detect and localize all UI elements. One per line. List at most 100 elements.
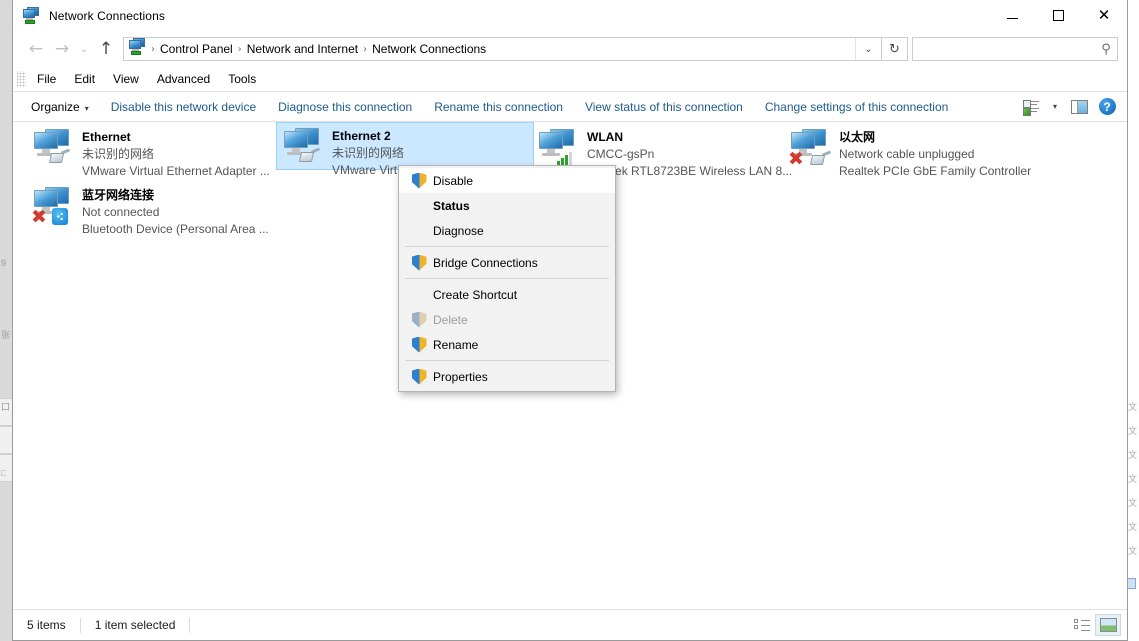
- context-menu-separator-3: [405, 360, 609, 361]
- change-view-dropdown-button[interactable]: ▾: [1045, 95, 1065, 119]
- background-right-glyph-2: 文: [1127, 450, 1137, 460]
- forward-button[interactable]: →: [49, 36, 75, 62]
- context-menu-separator-1: [405, 246, 609, 247]
- minimize-button[interactable]: [989, 0, 1035, 31]
- connection-item-yitaiwang[interactable]: ✖ 以太网 Network cable unplugged Realtek PC…: [784, 124, 1054, 178]
- change-settings-button[interactable]: Change settings of this connection: [754, 96, 959, 118]
- menu-edit[interactable]: Edit: [65, 69, 104, 89]
- connection-status: Network cable unplugged: [839, 147, 975, 161]
- background-left-glyph-0: 9: [1, 258, 7, 268]
- change-view-button[interactable]: [1017, 95, 1045, 119]
- context-menu-label: Diagnose: [433, 223, 484, 238]
- context-menu-label: Status: [433, 198, 470, 213]
- network-adapter-icon: [30, 128, 78, 170]
- connection-item-ethernet-2[interactable]: Ethernet 2 未识别的网络 VMware Virtual Etherne…: [276, 122, 534, 177]
- connection-name: Ethernet: [82, 130, 131, 144]
- refresh-button[interactable]: ↻: [882, 37, 908, 61]
- chevron-down-icon: ▾: [1052, 102, 1057, 111]
- menu-grip-handle[interactable]: [17, 71, 26, 87]
- context-menu-item-properties[interactable]: Properties: [399, 364, 615, 389]
- context-menu-item-disable[interactable]: Disable: [399, 168, 615, 193]
- maximize-icon: [1052, 10, 1064, 21]
- context-menu-label: Properties: [433, 369, 488, 384]
- menu-file[interactable]: File: [28, 69, 65, 89]
- details-view-button[interactable]: [1069, 614, 1095, 636]
- search-input[interactable]: [913, 41, 1095, 57]
- menu-tools[interactable]: Tools: [219, 69, 265, 89]
- rename-connection-button[interactable]: Rename this connection: [423, 96, 574, 118]
- menu-advanced[interactable]: Advanced: [148, 69, 219, 89]
- context-menu-separator-2: [405, 278, 609, 279]
- background-right-glyph-1: 文: [1127, 426, 1137, 436]
- context-menu-item-diagnose[interactable]: Diagnose: [399, 218, 615, 243]
- context-menu-item-bridge-connections[interactable]: Bridge Connections: [399, 250, 615, 275]
- connections-list[interactable]: Ethernet 未识别的网络 VMware Virtual Ethernet …: [13, 122, 1127, 609]
- search-icon[interactable]: ⚲: [1095, 42, 1117, 57]
- context-menu-label: Rename: [433, 337, 479, 352]
- background-right-glyph-0: 文: [1127, 402, 1137, 412]
- minimize-icon: [1006, 18, 1018, 19]
- connection-item-ethernet[interactable]: Ethernet 未识别的网络 VMware Virtual Ethernet …: [27, 124, 282, 178]
- breadcrumb-control-panel[interactable]: Control Panel: [156, 42, 237, 56]
- search-box[interactable]: ⚲: [912, 37, 1118, 61]
- view-options-icon: [1023, 99, 1039, 116]
- connection-status: 未识别的网络: [82, 147, 155, 161]
- recent-locations-button[interactable]: ⌄: [75, 36, 93, 62]
- window-controls: ✕: [989, 0, 1127, 31]
- background-left-glyph-1: 张: [1, 330, 11, 340]
- ethernet-plug-icon: [809, 150, 832, 166]
- help-button[interactable]: ?: [1093, 95, 1121, 119]
- network-connections-icon: [23, 6, 41, 25]
- shield-icon: [405, 312, 433, 328]
- network-adapter-icon: ⁖ ✖: [30, 186, 78, 228]
- connection-device: VMware Virtual Ethernet Adapter ...: [82, 164, 270, 178]
- large-icons-view-button[interactable]: [1095, 614, 1121, 636]
- background-right-glyph-5: 文: [1127, 522, 1137, 532]
- connection-item-bluetooth[interactable]: ⁖ ✖ 蓝牙网络连接 Not connected Bluetooth Devic…: [27, 182, 282, 236]
- context-menu-label: Delete: [433, 312, 468, 327]
- shield-icon: [405, 337, 433, 353]
- command-bar: Organize ▾ Disable this network device Di…: [13, 92, 1127, 122]
- context-menu-label: Bridge Connections: [433, 255, 538, 270]
- breadcrumb-network-and-internet[interactable]: Network and Internet: [243, 42, 362, 56]
- title-bar[interactable]: Network Connections ✕: [13, 0, 1127, 31]
- address-dropdown-icon[interactable]: ⌄: [855, 38, 881, 60]
- selection-count-label: 1 item selected: [94, 618, 176, 632]
- preview-pane-button[interactable]: [1065, 95, 1093, 119]
- organize-button[interactable]: Organize ▾: [27, 96, 100, 118]
- context-menu-label: Create Shortcut: [433, 287, 518, 302]
- context-menu-label: Disable: [433, 173, 474, 188]
- status-divider-1: [79, 617, 81, 633]
- address-bar-row: ← → ⌄ ↑ › Control Panel › Network and In…: [13, 31, 1127, 67]
- shield-icon: [405, 255, 433, 271]
- chevron-down-icon: ▾: [84, 103, 89, 113]
- context-menu-item-status[interactable]: Status: [399, 193, 615, 218]
- details-view-icon: [1074, 619, 1090, 631]
- connection-status: 未识别的网络: [332, 146, 405, 160]
- connection-name: Ethernet 2: [332, 129, 391, 143]
- address-bar[interactable]: › Control Panel › Network and Internet ›…: [123, 37, 882, 61]
- close-button[interactable]: ✕: [1081, 0, 1127, 31]
- maximize-button[interactable]: [1035, 0, 1081, 31]
- disable-network-device-button[interactable]: Disable this network device: [100, 96, 267, 118]
- context-menu-item-create-shortcut[interactable]: Create Shortcut: [399, 282, 615, 307]
- preview-pane-icon: [1070, 99, 1088, 114]
- context-menu-item-rename[interactable]: Rename: [399, 332, 615, 357]
- diagnose-connection-button[interactable]: Diagnose this connection: [267, 96, 423, 118]
- breadcrumb-network-connections[interactable]: Network Connections: [368, 42, 490, 56]
- item-count-label: 5 items: [27, 618, 66, 632]
- connection-name: 以太网: [839, 130, 876, 144]
- menu-view[interactable]: View: [104, 69, 148, 89]
- close-icon: ✕: [1097, 6, 1111, 24]
- view-status-button[interactable]: View status of this connection: [574, 96, 754, 118]
- ethernet-plug-icon: [48, 148, 71, 164]
- shield-icon: [405, 369, 433, 385]
- up-button[interactable]: ↑: [93, 36, 119, 62]
- context-menu[interactable]: Disable Status Diagnose Bridge Connectio…: [398, 165, 616, 392]
- connection-name: 蓝牙网络连接: [82, 188, 155, 202]
- back-button[interactable]: ←: [23, 36, 49, 62]
- large-icons-view-icon: [1099, 618, 1117, 632]
- disconnected-x-icon: ✖: [788, 148, 804, 170]
- help-icon: ?: [1098, 98, 1116, 115]
- connection-status: CMCC-gsPn: [587, 147, 655, 161]
